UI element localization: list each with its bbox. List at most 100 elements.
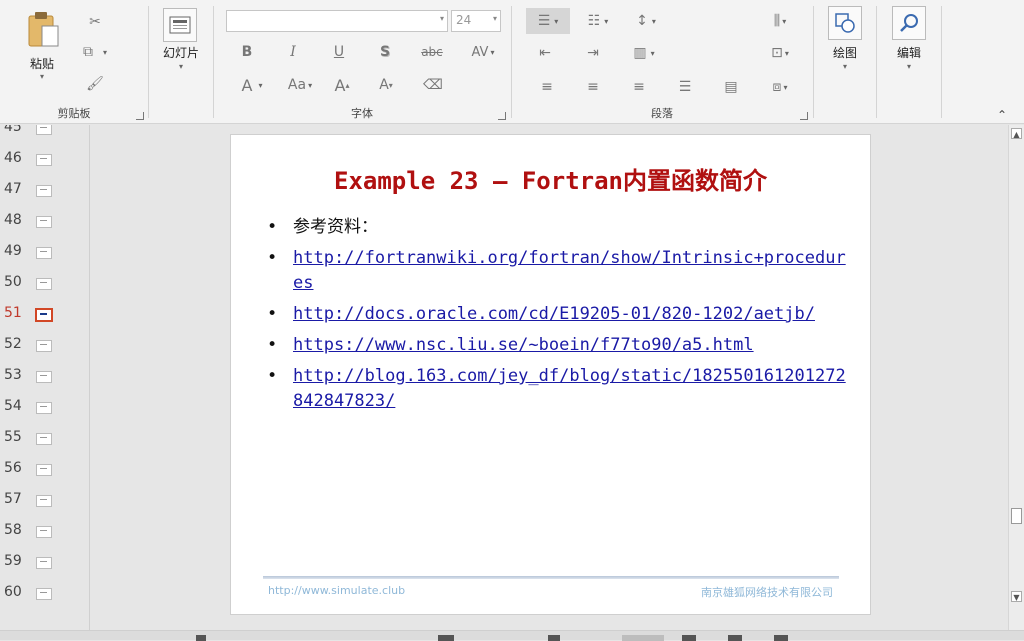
slide-thumbnail[interactable]: 45: [0, 125, 89, 150]
text-direction-button[interactable]: ⫼ ▾: [762, 8, 798, 34]
reference-link[interactable]: http://fortranwiki.org/fortran/show/Intr…: [267, 246, 847, 296]
justify-button[interactable]: ☰: [674, 76, 696, 98]
justify-icon: ☰: [678, 79, 692, 95]
collapse-ribbon-icon[interactable]: ⌃: [997, 108, 1007, 122]
slide-thumbnail-image[interactable]: [36, 588, 52, 600]
slide-thumbnail[interactable]: 53: [0, 367, 89, 398]
editing-dropdown-icon[interactable]: ▾: [882, 62, 936, 71]
distributed-icon: ▤: [724, 79, 738, 95]
clear-formatting-button[interactable]: ⌫: [420, 74, 446, 96]
underline-button[interactable]: U: [328, 42, 350, 62]
view-icon[interactable]: [548, 635, 560, 641]
slide-thumbnail-image[interactable]: [36, 340, 52, 352]
slide-bullet-list[interactable]: 参考资料： http://fortranwiki.org/fortran/show…: [267, 215, 847, 420]
slide-thumbnail[interactable]: 50: [0, 274, 89, 305]
slide-thumbnail[interactable]: 51: [0, 305, 89, 336]
new-slide-button[interactable]: [163, 8, 197, 42]
shadow-button[interactable]: S: [374, 42, 396, 62]
slide-number: 46: [4, 150, 22, 166]
italic-button[interactable]: I: [282, 42, 304, 62]
vertical-scrollbar[interactable]: ▲ ▼: [1008, 125, 1024, 630]
format-painter-button[interactable]: 🖌: [84, 74, 106, 94]
slides-dropdown-icon[interactable]: ▾: [155, 62, 207, 71]
slide-number: 50: [4, 274, 22, 290]
font-family-field[interactable]: ▾: [226, 10, 448, 32]
increase-indent-button[interactable]: ⇥: [580, 42, 606, 64]
grow-font-button[interactable]: A ▴: [330, 74, 354, 96]
copy-button[interactable]: ⧉ ▾: [80, 42, 110, 62]
align-left-icon: ≡: [541, 79, 553, 95]
distributed-button[interactable]: ▤: [720, 76, 742, 98]
font-color-button[interactable]: A ▾: [234, 74, 270, 96]
slide-thumbnail[interactable]: 55: [0, 429, 89, 460]
slideshow-icon[interactable]: [774, 635, 788, 641]
align-left-button[interactable]: ≡: [536, 76, 558, 98]
paragraph-launcher-icon[interactable]: [800, 112, 808, 120]
shrink-font-button[interactable]: A ▾: [374, 74, 398, 96]
slide-thumbnail[interactable]: 46: [0, 150, 89, 181]
slide-thumbnail[interactable]: 57: [0, 491, 89, 522]
reference-link[interactable]: https://www.nsc.liu.se/~boein/f77to90/a5…: [267, 333, 847, 358]
decrease-indent-button[interactable]: ⇤: [532, 42, 558, 64]
comments-icon[interactable]: [438, 635, 454, 641]
slide-thumbnail-image[interactable]: [36, 247, 52, 259]
slide-thumbnail[interactable]: 48: [0, 212, 89, 243]
reading-view-icon[interactable]: [728, 635, 742, 641]
slide-thumbnail[interactable]: 54: [0, 398, 89, 429]
sorter-view-icon[interactable]: [682, 635, 696, 641]
paste-button[interactable]: [24, 8, 64, 52]
slide-thumbnail[interactable]: 58: [0, 522, 89, 553]
bold-button[interactable]: B: [236, 42, 258, 62]
slide-thumbnail-image[interactable]: [36, 154, 52, 166]
slide-thumbnail-image[interactable]: [36, 185, 52, 197]
font-family-dropdown-icon[interactable]: ▾: [440, 14, 444, 23]
drawing-dropdown-icon[interactable]: ▾: [818, 62, 872, 71]
scrollbar-thumb[interactable]: [1011, 508, 1022, 524]
align-center-button[interactable]: ≡: [582, 76, 604, 98]
slide-thumbnail-image[interactable]: [36, 433, 52, 445]
paste-dropdown-icon[interactable]: ▾: [22, 72, 62, 81]
font-size-field[interactable]: 24 ▾: [451, 10, 501, 32]
drawing-button[interactable]: [828, 6, 862, 40]
slide-thumbnail-image[interactable]: [36, 557, 52, 569]
slide-thumbnail[interactable]: 59: [0, 553, 89, 584]
slide-thumbnail[interactable]: 49: [0, 243, 89, 274]
editing-button[interactable]: [892, 6, 926, 40]
font-launcher-icon[interactable]: [498, 112, 506, 120]
slide-thumbnail-image[interactable]: [36, 464, 52, 476]
slide-canvas[interactable]: Example 23 – Fortran内置函数简介 参考资料： http://f…: [230, 134, 871, 615]
drawing-label: 绘图: [832, 46, 857, 60]
numbering-button[interactable]: ☷ ▾: [578, 8, 618, 34]
slide-thumbnail[interactable]: 56: [0, 460, 89, 491]
notes-icon[interactable]: [196, 635, 206, 641]
cut-button[interactable]: ✂: [84, 12, 106, 32]
change-case-button[interactable]: Aa ▾: [280, 74, 320, 96]
slide-thumbnail-image[interactable]: [35, 308, 53, 322]
slide-thumbnail-image[interactable]: [36, 216, 52, 228]
character-spacing-button[interactable]: AV ▾: [466, 42, 500, 62]
bullets-button[interactable]: ☰ ▾: [526, 8, 570, 34]
slide-thumbnail-image[interactable]: [36, 371, 52, 383]
scroll-down-icon[interactable]: ▼: [1011, 591, 1022, 602]
slide-thumbnail[interactable]: 52: [0, 336, 89, 367]
font-size-dropdown-icon[interactable]: ▾: [493, 14, 497, 23]
slide-thumbnail-image[interactable]: [36, 526, 52, 538]
reference-link[interactable]: http://docs.oracle.com/cd/E19205-01/820-…: [267, 302, 847, 327]
clipboard-launcher-icon[interactable]: [136, 112, 144, 120]
slide-thumbnail-image[interactable]: [36, 402, 52, 414]
smartart-button[interactable]: ⧈ ▾: [762, 76, 798, 98]
align-text-button[interactable]: ⊡ ▾: [762, 42, 798, 64]
line-spacing-button[interactable]: ↕ ▾: [626, 8, 666, 34]
scroll-up-icon[interactable]: ▲: [1011, 128, 1022, 139]
columns-button[interactable]: ▥ ▾: [624, 42, 664, 64]
slide-thumbnail[interactable]: 60: [0, 584, 89, 615]
strikethrough-button[interactable]: abc: [418, 42, 446, 62]
slide-title[interactable]: Example 23 – Fortran内置函数简介: [231, 161, 870, 196]
slide-thumbnail-image[interactable]: [36, 278, 52, 290]
normal-view-icon[interactable]: [622, 635, 664, 641]
align-right-button[interactable]: ≡: [628, 76, 650, 98]
reference-link[interactable]: http://blog.163.com/jey_df/blog/static/1…: [267, 364, 847, 414]
slide-thumbnail[interactable]: 47: [0, 181, 89, 212]
slide-thumbnail-image[interactable]: [36, 125, 52, 135]
slide-thumbnail-image[interactable]: [36, 495, 52, 507]
